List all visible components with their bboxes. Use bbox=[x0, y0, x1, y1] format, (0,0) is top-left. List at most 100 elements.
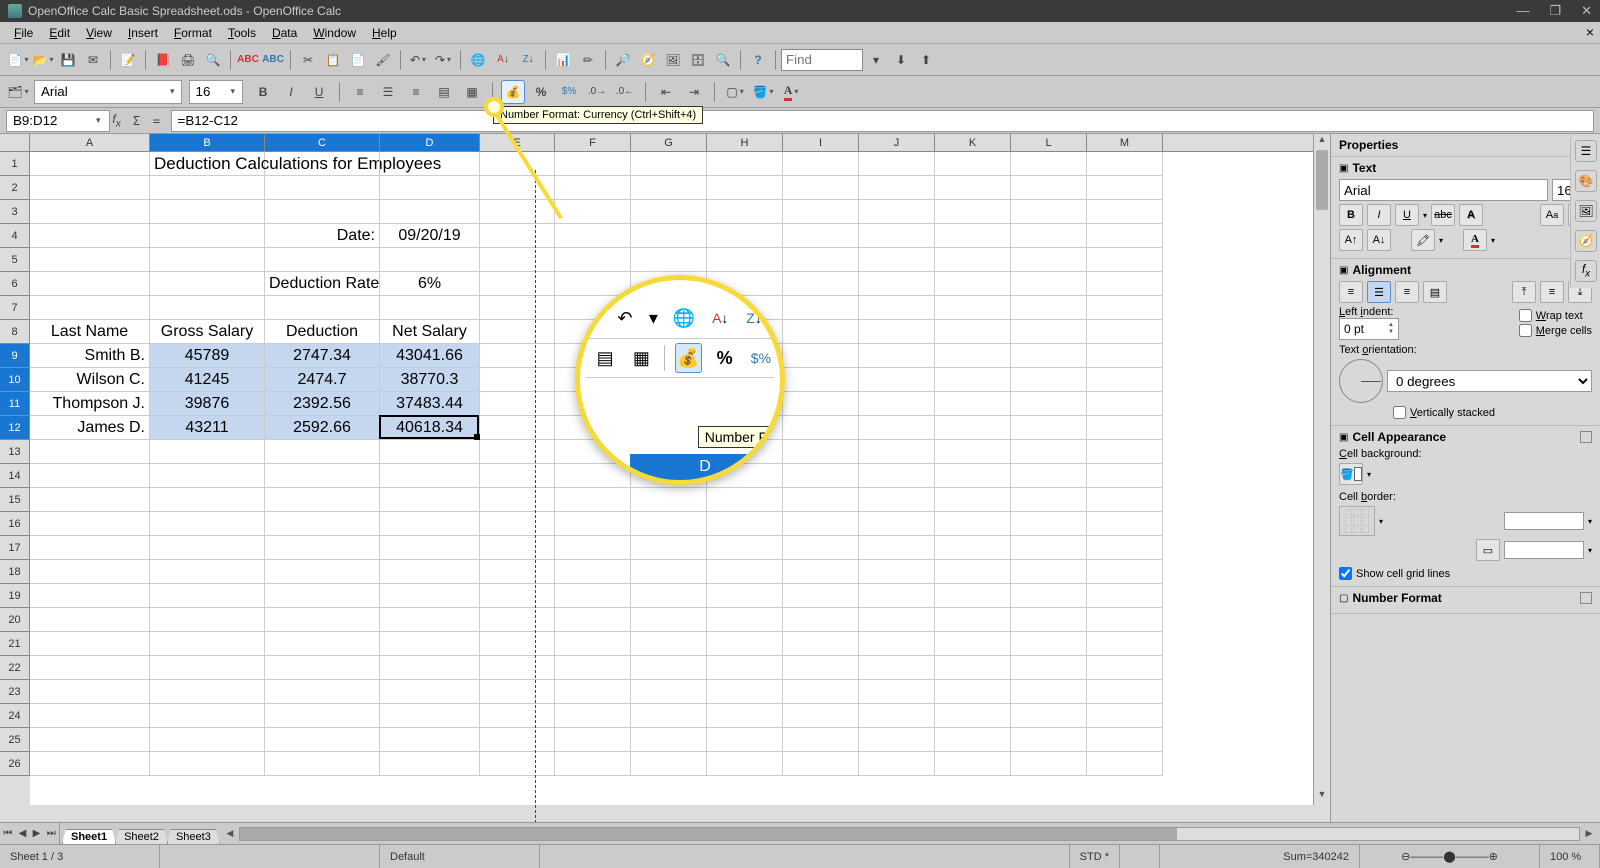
cell-A14[interactable] bbox=[30, 464, 150, 488]
cell-C11[interactable]: 2392.56 bbox=[265, 392, 380, 416]
cell-M2[interactable] bbox=[1087, 176, 1163, 200]
cell-B4[interactable] bbox=[150, 224, 265, 248]
cell-H17[interactable] bbox=[707, 536, 783, 560]
merge-cells-button[interactable]: ▦ bbox=[460, 80, 484, 104]
row-header-19[interactable]: 19 bbox=[0, 584, 30, 608]
deck-styles-icon[interactable]: 🎨 bbox=[1575, 170, 1597, 192]
cell-F20[interactable] bbox=[555, 608, 631, 632]
sidebar-shadow-button[interactable]: A bbox=[1459, 204, 1483, 226]
cell-L10[interactable] bbox=[1011, 368, 1087, 392]
cell-F25[interactable] bbox=[555, 728, 631, 752]
cell-I4[interactable] bbox=[783, 224, 859, 248]
row-header-12[interactable]: 12 bbox=[0, 416, 30, 440]
cell-B20[interactable] bbox=[150, 608, 265, 632]
cell-B18[interactable] bbox=[150, 560, 265, 584]
navigator-button[interactable]: 🧭 bbox=[636, 48, 660, 72]
styles-button[interactable]: 🗂 bbox=[6, 80, 30, 104]
cell-J26[interactable] bbox=[859, 752, 935, 776]
cell-C26[interactable] bbox=[265, 752, 380, 776]
font-size-input[interactable] bbox=[189, 80, 243, 104]
cell-B26[interactable] bbox=[150, 752, 265, 776]
cell-D21[interactable] bbox=[380, 632, 480, 656]
cell-B17[interactable] bbox=[150, 536, 265, 560]
cell-K23[interactable] bbox=[935, 680, 1011, 704]
cell-K12[interactable] bbox=[935, 416, 1011, 440]
cell-J17[interactable] bbox=[859, 536, 935, 560]
cell-I26[interactable] bbox=[783, 752, 859, 776]
cell-A22[interactable] bbox=[30, 656, 150, 680]
cell-D22[interactable] bbox=[380, 656, 480, 680]
cell-M7[interactable] bbox=[1087, 296, 1163, 320]
cell-M8[interactable] bbox=[1087, 320, 1163, 344]
cell-H19[interactable] bbox=[707, 584, 783, 608]
cell-C23[interactable] bbox=[265, 680, 380, 704]
fontcolor-button[interactable]: A bbox=[779, 80, 803, 104]
cell-D6[interactable]: 6% bbox=[380, 272, 480, 296]
undo-button[interactable]: ↶ bbox=[406, 48, 430, 72]
sidebar-align-left[interactable]: ≡ bbox=[1339, 281, 1363, 303]
cell-D18[interactable] bbox=[380, 560, 480, 584]
cell-A17[interactable] bbox=[30, 536, 150, 560]
cell-E22[interactable] bbox=[480, 656, 555, 680]
cell-D16[interactable] bbox=[380, 512, 480, 536]
cell-C17[interactable] bbox=[265, 536, 380, 560]
row-header-26[interactable]: 26 bbox=[0, 752, 30, 776]
cell-J10[interactable] bbox=[859, 368, 935, 392]
cell-L2[interactable] bbox=[1011, 176, 1087, 200]
close-button[interactable]: ✕ bbox=[1581, 3, 1592, 19]
wrap-text-checkbox[interactable]: Wrap text bbox=[1519, 309, 1592, 322]
cell-C25[interactable] bbox=[265, 728, 380, 752]
cell-E18[interactable] bbox=[480, 560, 555, 584]
cell-I25[interactable] bbox=[783, 728, 859, 752]
column-header-I[interactable]: I bbox=[783, 134, 859, 151]
column-header-G[interactable]: G bbox=[631, 134, 707, 151]
cell-A8[interactable]: Last Name bbox=[30, 320, 150, 344]
row-header-14[interactable]: 14 bbox=[0, 464, 30, 488]
cell-I12[interactable] bbox=[783, 416, 859, 440]
row-header-13[interactable]: 13 bbox=[0, 440, 30, 464]
find-replace-button[interactable]: 🔎 bbox=[611, 48, 635, 72]
cell-A20[interactable] bbox=[30, 608, 150, 632]
cell-F3[interactable] bbox=[555, 200, 631, 224]
cell-I11[interactable] bbox=[783, 392, 859, 416]
minimize-button[interactable]: — bbox=[1516, 3, 1529, 19]
sum-button[interactable]: Σ bbox=[127, 111, 147, 131]
cell-K10[interactable] bbox=[935, 368, 1011, 392]
copy-button[interactable]: 📋 bbox=[321, 48, 345, 72]
cell-K13[interactable] bbox=[935, 440, 1011, 464]
autospell-button[interactable]: ABC bbox=[261, 48, 285, 72]
border-select-button[interactable] bbox=[1339, 506, 1375, 536]
row-header-25[interactable]: 25 bbox=[0, 728, 30, 752]
bold-button[interactable]: B bbox=[251, 80, 275, 104]
sidebar-align-center[interactable]: ☰ bbox=[1367, 281, 1391, 303]
cell-C4[interactable]: Date: bbox=[265, 224, 380, 248]
cell-F5[interactable] bbox=[555, 248, 631, 272]
vertical-scrollbar[interactable]: ▲▼ bbox=[1313, 134, 1330, 805]
function-equals-button[interactable]: = bbox=[147, 111, 167, 131]
paste-button[interactable]: 📄 bbox=[346, 48, 370, 72]
cell-M22[interactable] bbox=[1087, 656, 1163, 680]
sidebar-underline-button[interactable]: U bbox=[1395, 204, 1419, 226]
cell-F24[interactable] bbox=[555, 704, 631, 728]
add-decimal-button[interactable]: .0→ bbox=[585, 80, 609, 104]
cell-K15[interactable] bbox=[935, 488, 1011, 512]
cell-K8[interactable] bbox=[935, 320, 1011, 344]
cell-C6[interactable]: Deduction Rate: bbox=[265, 272, 380, 296]
cell-G1[interactable] bbox=[631, 152, 707, 176]
column-header-D[interactable]: D bbox=[380, 134, 480, 151]
cell-C22[interactable] bbox=[265, 656, 380, 680]
select-all-corner[interactable] bbox=[0, 134, 30, 152]
sidebar-super-button[interactable]: Aa bbox=[1540, 204, 1564, 226]
cell-L15[interactable] bbox=[1011, 488, 1087, 512]
cell-E23[interactable] bbox=[480, 680, 555, 704]
cell-J3[interactable] bbox=[859, 200, 935, 224]
cell-E19[interactable] bbox=[480, 584, 555, 608]
cell-E13[interactable] bbox=[480, 440, 555, 464]
cell-I10[interactable] bbox=[783, 368, 859, 392]
cell-D12[interactable]: 40618.34 bbox=[380, 416, 480, 440]
cell-K24[interactable] bbox=[935, 704, 1011, 728]
cell-D5[interactable] bbox=[380, 248, 480, 272]
cell-I19[interactable] bbox=[783, 584, 859, 608]
cell-A19[interactable] bbox=[30, 584, 150, 608]
sidebar-highlight-button[interactable]: 🖍 bbox=[1411, 229, 1435, 251]
